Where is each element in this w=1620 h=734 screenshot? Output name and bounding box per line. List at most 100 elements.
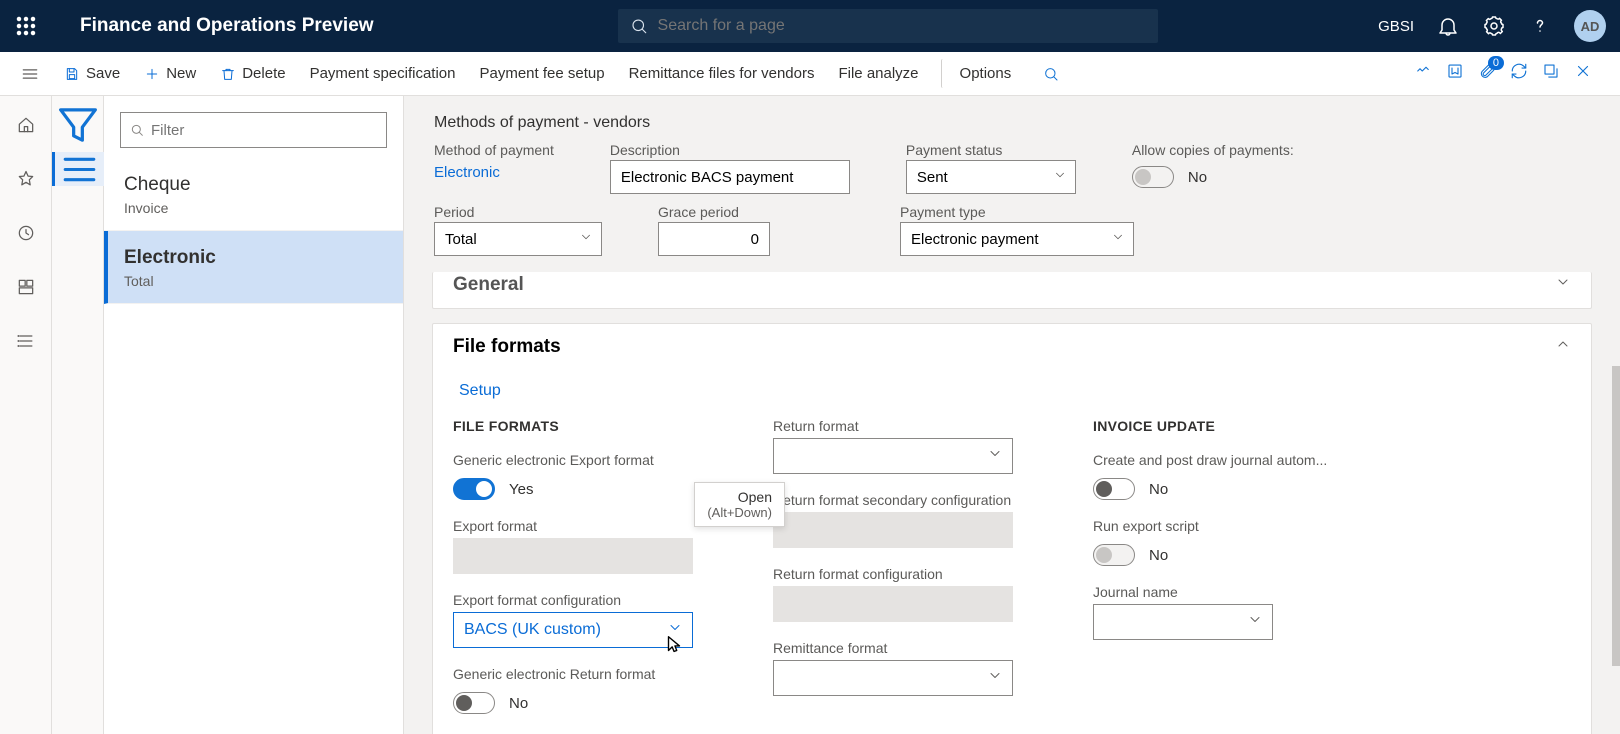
refresh-icon[interactable]	[1510, 62, 1528, 85]
body: Cheque Invoice Electronic Total Methods …	[0, 96, 1620, 734]
bell-icon[interactable]	[1436, 14, 1460, 38]
remittance-button[interactable]: Remittance files for vendors	[619, 59, 825, 88]
new-button[interactable]: New	[134, 59, 206, 88]
rfc-box	[773, 586, 1013, 622]
file-formats-card: File formats Setup FILE FORMATS Generic …	[432, 323, 1592, 734]
app-launcher-icon[interactable]	[14, 14, 38, 38]
list-filter-input[interactable]	[151, 122, 378, 139]
chevron-down-icon	[1247, 612, 1263, 633]
payment-spec-button[interactable]: Payment specification	[300, 59, 466, 88]
invoice-update-heading: INVOICE UPDATE	[1093, 418, 1333, 434]
desc-label: Description	[610, 142, 850, 158]
chevron-down-icon	[987, 668, 1003, 689]
list-view-icon[interactable]	[52, 152, 104, 186]
method-value-link[interactable]: Electronic	[434, 164, 554, 181]
list-item-sub: Invoice	[124, 200, 383, 216]
workspaces-icon[interactable]	[0, 270, 52, 304]
app-title: Finance and Operations Preview	[80, 15, 374, 37]
allow-copies-value: No	[1188, 169, 1207, 186]
global-search[interactable]	[618, 9, 1158, 43]
list-panel: Cheque Invoice Electronic Total	[104, 96, 404, 734]
delete-button[interactable]: Delete	[210, 59, 295, 88]
help-icon[interactable]	[1528, 14, 1552, 38]
global-search-input[interactable]	[658, 17, 1146, 35]
setup-link[interactable]: Setup	[459, 382, 501, 400]
modules-icon[interactable]	[0, 324, 52, 358]
attach-badge: 0	[1488, 56, 1504, 70]
scrollbar[interactable]	[1612, 366, 1620, 734]
status-select[interactable]: Sent	[906, 160, 1076, 194]
close-icon[interactable]	[1574, 62, 1592, 85]
rfc-label: Return format configuration	[773, 566, 1033, 582]
res-label: Run export script	[1093, 518, 1333, 534]
enhance-icon[interactable]	[1414, 62, 1432, 85]
res-toggle[interactable]	[1093, 544, 1135, 566]
attach-icon[interactable]: 0	[1478, 62, 1496, 85]
cpdraw-toggle[interactable]	[1093, 478, 1135, 500]
cpdraw-label: Create and post draw journal autom...	[1093, 452, 1333, 468]
cards-area: General File formats Setup FILE FORMATS	[404, 272, 1620, 734]
payment-fee-button[interactable]: Payment fee setup	[469, 59, 614, 88]
status-label: Payment status	[906, 142, 1076, 158]
journal-label: Journal name	[1093, 584, 1333, 600]
gear-icon[interactable]	[1482, 14, 1506, 38]
legal-entity[interactable]: GBSI	[1378, 18, 1414, 35]
page-title: Methods of payment - vendors	[434, 114, 1590, 132]
recent-icon[interactable]	[0, 216, 52, 250]
list-item-title: Cheque	[124, 174, 383, 196]
favorites-icon[interactable]	[0, 162, 52, 196]
nav-toggle-icon[interactable]	[10, 64, 50, 84]
list-filter[interactable]	[120, 112, 387, 148]
allow-copies-toggle[interactable]	[1132, 166, 1174, 188]
save-button[interactable]: Save	[54, 59, 130, 88]
chevron-down-icon	[987, 446, 1003, 467]
filter-icon[interactable]	[52, 108, 104, 142]
gef-value: Yes	[509, 481, 533, 498]
list-item-sub: Total	[124, 273, 383, 289]
chevron-down-icon	[579, 230, 593, 248]
period-select[interactable]: Total	[434, 222, 602, 256]
delete-label: Delete	[242, 65, 285, 82]
grace-label: Grace period	[658, 204, 770, 220]
allow-copies-label: Allow copies of payments:	[1132, 142, 1294, 158]
save-label: Save	[86, 65, 120, 82]
home-icon[interactable]	[0, 108, 52, 142]
desc-input[interactable]: Electronic BACS payment	[610, 160, 850, 194]
chevron-down-icon	[1053, 168, 1067, 186]
list-item[interactable]: Cheque Invoice	[104, 158, 403, 231]
main-header: Methods of payment - vendors Method of p…	[404, 96, 1620, 272]
general-card-header[interactable]: General	[433, 272, 1591, 308]
period-label: Period	[434, 204, 602, 220]
gef-toggle[interactable]	[453, 478, 495, 500]
avatar[interactable]: AD	[1574, 10, 1606, 42]
chevron-down-icon	[1111, 230, 1125, 248]
remit-select[interactable]	[773, 660, 1013, 696]
actionbar: Save New Delete Payment specification Pa…	[0, 52, 1620, 96]
grace-input[interactable]: 0	[658, 222, 770, 256]
ger-value: No	[509, 695, 528, 712]
office-icon[interactable]	[1446, 62, 1464, 85]
journal-select[interactable]	[1093, 604, 1273, 640]
ger-toggle[interactable]	[453, 692, 495, 714]
remit-label: Remittance format	[773, 640, 1033, 656]
return-format-select[interactable]	[773, 438, 1013, 474]
nav-rail	[0, 96, 52, 734]
action-search-icon[interactable]	[1033, 60, 1069, 88]
file-formats-header[interactable]: File formats	[433, 324, 1591, 370]
options-button[interactable]: Options	[941, 59, 1022, 88]
chevron-down-icon	[667, 620, 683, 641]
export-format-box	[453, 538, 693, 574]
list-toggle-col	[52, 96, 104, 734]
popout-icon[interactable]	[1542, 62, 1560, 85]
efc-select[interactable]: BACS (UK custom)	[453, 612, 693, 648]
chevron-up-icon	[1555, 336, 1571, 358]
general-card: General	[432, 272, 1592, 309]
list-item[interactable]: Electronic Total	[104, 231, 403, 304]
dropdown-tooltip: Open (Alt+Down)	[694, 482, 785, 527]
ptype-select[interactable]: Electronic payment	[900, 222, 1134, 256]
file-analyze-button[interactable]: File analyze	[828, 59, 928, 88]
main: Methods of payment - vendors Method of p…	[404, 96, 1620, 734]
cpdraw-value: No	[1149, 481, 1168, 498]
export-format-label: Export format	[453, 518, 713, 534]
file-formats-heading: FILE FORMATS	[453, 418, 713, 434]
